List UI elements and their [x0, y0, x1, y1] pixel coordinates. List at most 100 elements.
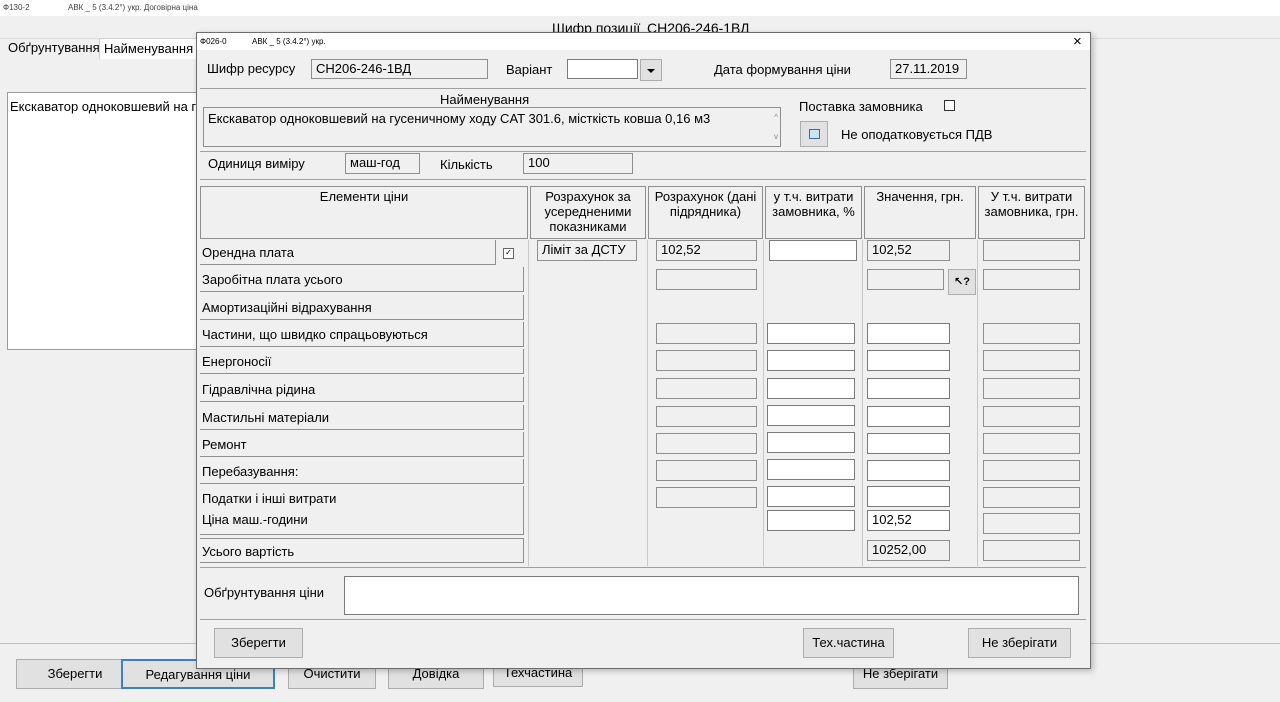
bg-titlebar: Ф130-2 АВК _ 5 (3.4.2°) укр. Договірна ц…	[0, 0, 1280, 16]
vat-toggle-button[interactable]	[800, 121, 828, 147]
row-hydraulic-customer-pct[interactable]	[767, 378, 855, 399]
row-label-text: Амортизаційні відрахування	[202, 300, 372, 315]
row-repair-customer-value	[983, 433, 1080, 454]
bg-tab-justification[interactable]: Обґрунтування	[4, 38, 104, 58]
row-hydraulic-value[interactable]	[867, 378, 950, 399]
bg-tab-name[interactable]: Найменування	[99, 38, 199, 59]
row-hydraulic-customer-value	[983, 378, 1080, 399]
bg-text-area[interactable]: Екскаватор одноковшевий на гу	[7, 92, 203, 350]
row-rent-customer-pct[interactable]	[769, 240, 857, 261]
row-relocation-customer-pct[interactable]	[767, 459, 855, 480]
row-lubricants-value[interactable]	[867, 406, 950, 427]
customer-supply-checkbox[interactable]	[944, 100, 955, 111]
column-divider	[528, 240, 529, 566]
row-label-text: Перебазування:	[202, 464, 299, 479]
row-hour-price-value[interactable]: 102,52	[867, 510, 950, 531]
column-divider	[647, 240, 648, 566]
qty-field: 100	[523, 153, 633, 174]
row-label-wear-parts: Частини, що швидко спрацьовуються	[200, 322, 524, 347]
row-label-depreciation: Амортизаційні відрахування	[200, 295, 524, 320]
name-text: Екскаватор одноковшевий на гусеничному х…	[208, 111, 711, 126]
divider	[200, 619, 1086, 620]
row-wages-value	[867, 269, 944, 290]
row-rent-contractor: 102,52	[656, 240, 757, 261]
row-hydraulic-contractor	[656, 378, 757, 399]
save-button[interactable]: Зберегти	[214, 628, 303, 658]
row-repair-contractor	[656, 433, 757, 454]
row-label-hour-price: Ціна маш.-години	[200, 510, 524, 535]
chevron-down-icon	[647, 69, 655, 73]
divider	[200, 88, 1086, 89]
row-relocation-value[interactable]	[867, 460, 950, 481]
dialog-title-code: Ф026-0	[200, 37, 227, 46]
col-header-avg: Розрахунок за усередненими показниками	[530, 186, 646, 239]
bg-title-code: Ф130-2	[3, 3, 30, 12]
row-taxes-customer-pct[interactable]	[767, 486, 855, 507]
column-divider	[977, 240, 978, 566]
scroll-up-icon[interactable]: ^	[774, 110, 778, 125]
name-field: Екскаватор одноковшевий на гусеничному х…	[203, 107, 781, 147]
name-label: Найменування	[440, 92, 530, 107]
price-date-field: 27.11.2019	[890, 59, 967, 79]
price-date-label: Дата формування ціни	[714, 62, 851, 77]
rent-checkbox[interactable]: ✓	[503, 248, 514, 259]
column-divider	[763, 240, 764, 566]
divider	[200, 567, 1086, 568]
row-hour-price-customer-pct[interactable]	[767, 510, 855, 531]
row-rent-customer-value	[983, 240, 1080, 261]
techpart-button[interactable]: Тех.частина	[803, 628, 894, 658]
row-wear-parts-contractor	[656, 323, 757, 344]
help-cursor-icon: ↖?	[954, 276, 970, 288]
row-relocation-contractor	[656, 460, 757, 481]
row-label-text: Ремонт	[202, 437, 247, 452]
row-energy-contractor	[656, 350, 757, 371]
row-rent-value: 102,52	[867, 240, 950, 261]
col-header-customer-pct: у т.ч. витрати замовника, %	[765, 186, 862, 239]
row-label-text: Частини, що швидко спрацьовуються	[202, 327, 428, 342]
row-lubricants-contractor	[656, 406, 757, 427]
col-header-elements: Елементи ціни	[200, 186, 528, 239]
dialog-title-app: АВК _ 5 (3.4.2°) укр.	[252, 37, 326, 46]
row-energy-customer-pct[interactable]	[767, 350, 855, 371]
col-header-contractor: Розрахунок (дані підрядника)	[648, 186, 763, 239]
row-lubricants-customer-pct[interactable]	[767, 405, 855, 426]
row-wear-parts-value[interactable]	[867, 323, 950, 344]
row-label-lubricants: Мастильні матеріали	[200, 405, 524, 430]
row-label-text: Мастильні матеріали	[202, 410, 330, 425]
bg-text-preview: Екскаватор одноковшевий на гу	[10, 99, 203, 114]
resource-code-field: СН206-246-1ВД	[311, 59, 488, 79]
justification-field[interactable]	[344, 576, 1079, 615]
variant-label: Варіант	[506, 62, 553, 77]
scroll-down-icon[interactable]: v	[774, 129, 778, 144]
row-energy-customer-value	[983, 350, 1080, 371]
row-label-wages: Заробітна плата усього	[200, 267, 524, 292]
row-rent-avg: Ліміт за ДСТУ	[537, 240, 637, 261]
vat-label: Не оподатковується ПДВ	[841, 127, 993, 142]
help-cursor-button[interactable]: ↖?	[948, 269, 976, 295]
variant-select[interactable]	[567, 59, 638, 79]
qty-label: Кількість	[440, 157, 493, 172]
nosave-button[interactable]: Не зберігати	[968, 628, 1071, 658]
close-icon[interactable]: ×	[1073, 33, 1082, 50]
row-repair-customer-pct[interactable]	[767, 432, 855, 453]
unit-label: Одиниця виміру	[208, 156, 305, 171]
row-repair-value[interactable]	[867, 433, 950, 454]
resource-code-label: Шифр ресурсу	[207, 61, 296, 76]
bg-save-button[interactable]: Зберегти	[16, 659, 134, 689]
row-wear-parts-customer-pct[interactable]	[767, 323, 855, 344]
col-header-customer-value: У т.ч. витрати замовника, грн.	[978, 186, 1085, 239]
row-label-taxes: Податки і інші витрати	[200, 486, 524, 511]
checkbox-icon	[808, 129, 820, 139]
row-label-text: Заробітна плата усього	[202, 272, 343, 287]
variant-dropdown-button[interactable]	[640, 59, 662, 81]
row-hour-price-customer-value	[983, 513, 1080, 534]
divider	[200, 151, 1086, 152]
row-total-customer-value	[983, 540, 1080, 561]
row-relocation-customer-value	[983, 460, 1080, 481]
dialog-titlebar: Ф026-0 АВК _ 5 (3.4.2°) укр. ×	[197, 33, 1090, 50]
row-label-text: Енергоносії	[202, 354, 272, 369]
row-label-total: Усього вартість	[200, 538, 524, 563]
row-taxes-value[interactable]	[867, 486, 950, 507]
row-energy-value[interactable]	[867, 350, 950, 371]
row-label-repair: Ремонт	[200, 432, 524, 457]
